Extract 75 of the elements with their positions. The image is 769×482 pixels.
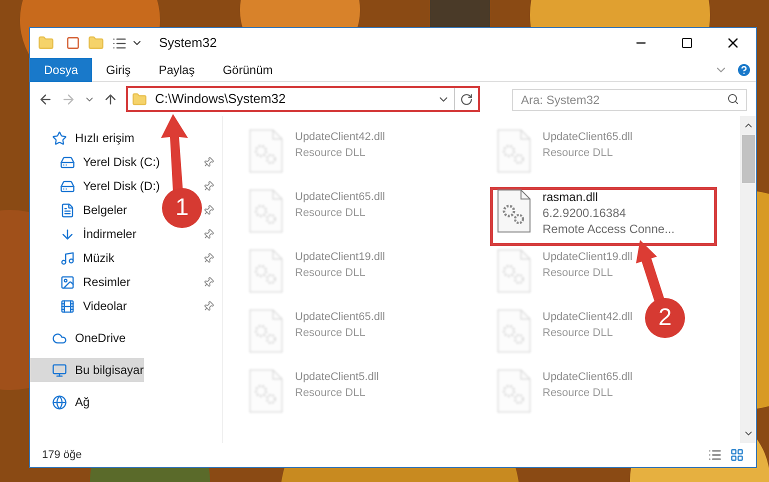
file-name: UpdateClient42.dll bbox=[295, 130, 385, 145]
ribbon-tab[interactable]: Paylaş bbox=[144, 58, 209, 82]
folder-icon bbox=[132, 92, 147, 106]
sidebar-item[interactable]: OneDrive bbox=[30, 326, 130, 350]
help-icon[interactable] bbox=[736, 62, 752, 78]
large-icons-view-icon[interactable] bbox=[730, 448, 744, 462]
scroll-thumb[interactable] bbox=[742, 135, 754, 183]
sidebar-item[interactable]: Belgeler bbox=[30, 198, 132, 222]
ribbon-tab[interactable]: Giriş bbox=[92, 58, 145, 82]
ribbon-tab[interactable]: Dosya bbox=[30, 58, 92, 82]
item-count: 179 öğe bbox=[42, 448, 83, 463]
drive-icon bbox=[60, 178, 75, 194]
file-detail: 6.2.9200.16384 bbox=[542, 205, 627, 221]
file-name: UpdateClient65.dll bbox=[542, 130, 632, 145]
address-path: C:\Windows\System32 bbox=[155, 90, 287, 108]
down-arrow-icon bbox=[60, 226, 75, 242]
file-item[interactable]: rasman.dll 6.2.9200.16384 Remote Access Conne... bbox=[492, 189, 675, 237]
file-name: UpdateClient19.dll bbox=[295, 250, 385, 265]
up-icon[interactable] bbox=[103, 92, 118, 106]
file-detail: Remote Access Conne... bbox=[542, 221, 675, 237]
cloud-icon bbox=[52, 330, 67, 346]
file-detail: Resource DLL bbox=[542, 386, 614, 401]
file-name: UpdateClient42.dll bbox=[542, 310, 632, 325]
gear-file-icon bbox=[496, 309, 530, 353]
file-detail: Resource DLL bbox=[295, 146, 366, 161]
gear-file-icon bbox=[249, 129, 283, 173]
back-icon[interactable] bbox=[38, 92, 53, 106]
file-name: UpdateClient19.dll bbox=[542, 250, 632, 265]
gear-file-icon bbox=[249, 309, 283, 353]
ribbon-tab[interactable]: Görünüm bbox=[208, 58, 287, 82]
gear-file-icon bbox=[249, 369, 283, 413]
sidebar-item[interactable]: Yerel Disk (D:) bbox=[30, 174, 164, 198]
window-title: System32 bbox=[159, 34, 217, 52]
file-detail: Resource DLL bbox=[295, 266, 366, 281]
file-name: rasman.dll bbox=[542, 189, 599, 205]
sidebar-item[interactable]: Resimler bbox=[30, 270, 134, 294]
file-detail: Resource DLL bbox=[542, 326, 614, 341]
file-detail: Resource DLL bbox=[295, 386, 366, 401]
file-detail: Resource DLL bbox=[542, 146, 614, 161]
sidebar-item[interactable]: İndirmeler bbox=[30, 222, 140, 246]
sidebar-item[interactable]: Yerel Disk (C:) bbox=[30, 150, 164, 174]
drive-icon bbox=[60, 154, 75, 170]
file-name: UpdateClient65.dll bbox=[295, 190, 385, 205]
gear-file-icon bbox=[496, 369, 530, 413]
gear-file-icon bbox=[496, 129, 530, 173]
sidebar-item[interactable]: Müzik bbox=[30, 246, 118, 270]
file-detail: Resource DLL bbox=[295, 326, 366, 341]
sidebar-item[interactable]: Ağ bbox=[30, 390, 94, 414]
refresh-icon[interactable] bbox=[460, 92, 473, 106]
sidebar-item[interactable]: Bu bilgisayar bbox=[30, 358, 144, 382]
sidebar-item[interactable]: Videolar bbox=[30, 294, 131, 318]
document-icon bbox=[60, 202, 75, 218]
gear-file-icon bbox=[496, 189, 530, 233]
search-field[interactable]: Ara: System32 bbox=[512, 89, 747, 111]
search-icon[interactable] bbox=[727, 93, 739, 105]
properties-icon[interactable] bbox=[112, 36, 127, 50]
file-name: UpdateClient5.dll bbox=[295, 370, 379, 385]
globe-icon bbox=[52, 394, 67, 410]
gear-file-icon bbox=[249, 189, 283, 233]
file-name: UpdateClient65.dll bbox=[542, 370, 632, 385]
details-view-icon[interactable] bbox=[708, 448, 722, 462]
music-note-icon bbox=[60, 250, 75, 266]
gear-file-icon bbox=[249, 249, 283, 293]
film-icon bbox=[60, 298, 75, 314]
sidebar-item[interactable]: Hızlı erişim bbox=[30, 126, 138, 150]
address-field[interactable]: C:\Windows\System32 bbox=[126, 86, 480, 112]
file-detail: Resource DLL bbox=[295, 206, 366, 221]
picture-icon bbox=[60, 274, 75, 290]
monitor-icon bbox=[52, 362, 67, 378]
gear-file-icon bbox=[496, 249, 530, 293]
file-detail: Resource DLL bbox=[542, 266, 614, 281]
file-name: UpdateClient65.dll bbox=[295, 310, 385, 325]
star-icon bbox=[52, 130, 67, 146]
maximize-icon bbox=[681, 37, 693, 49]
scrollbar[interactable] bbox=[740, 116, 756, 443]
